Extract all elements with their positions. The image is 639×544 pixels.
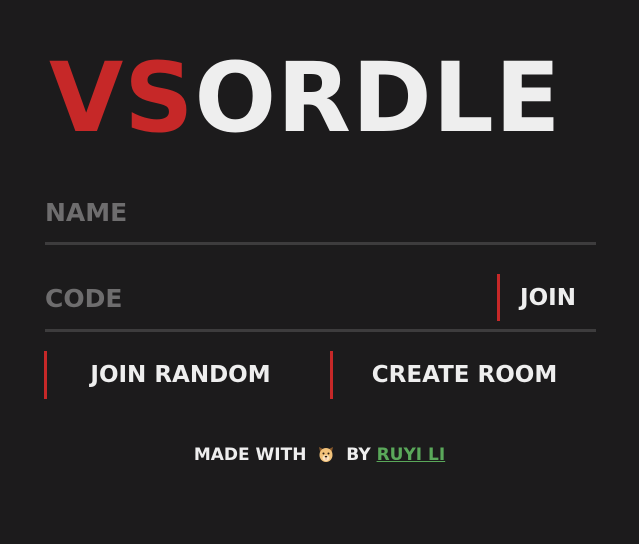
join-button[interactable]: JOIN — [497, 274, 596, 321]
code-input[interactable] — [45, 278, 475, 318]
home-screen: VSORDLE JOIN JOIN RANDOM CREATE ROOM MAD… — [0, 0, 639, 544]
app-logo: VSORDLE — [49, 48, 561, 148]
by-text: BY — [346, 445, 371, 465]
logo-ordle: ORDLE — [194, 42, 562, 154]
made-with-text: MADE WITH — [193, 445, 307, 465]
create-room-button[interactable]: CREATE ROOM — [330, 351, 596, 399]
logo-vs: VS — [49, 42, 195, 154]
name-input[interactable] — [45, 192, 585, 232]
author-link[interactable]: RUYI LI — [377, 445, 446, 465]
join-random-button[interactable]: JOIN RANDOM — [44, 351, 314, 399]
dog-face-icon — [319, 447, 334, 462]
name-field — [45, 190, 596, 245]
footer-credit: MADE WITH BY RUYI LI — [0, 442, 639, 468]
code-field: JOIN — [45, 274, 596, 332]
